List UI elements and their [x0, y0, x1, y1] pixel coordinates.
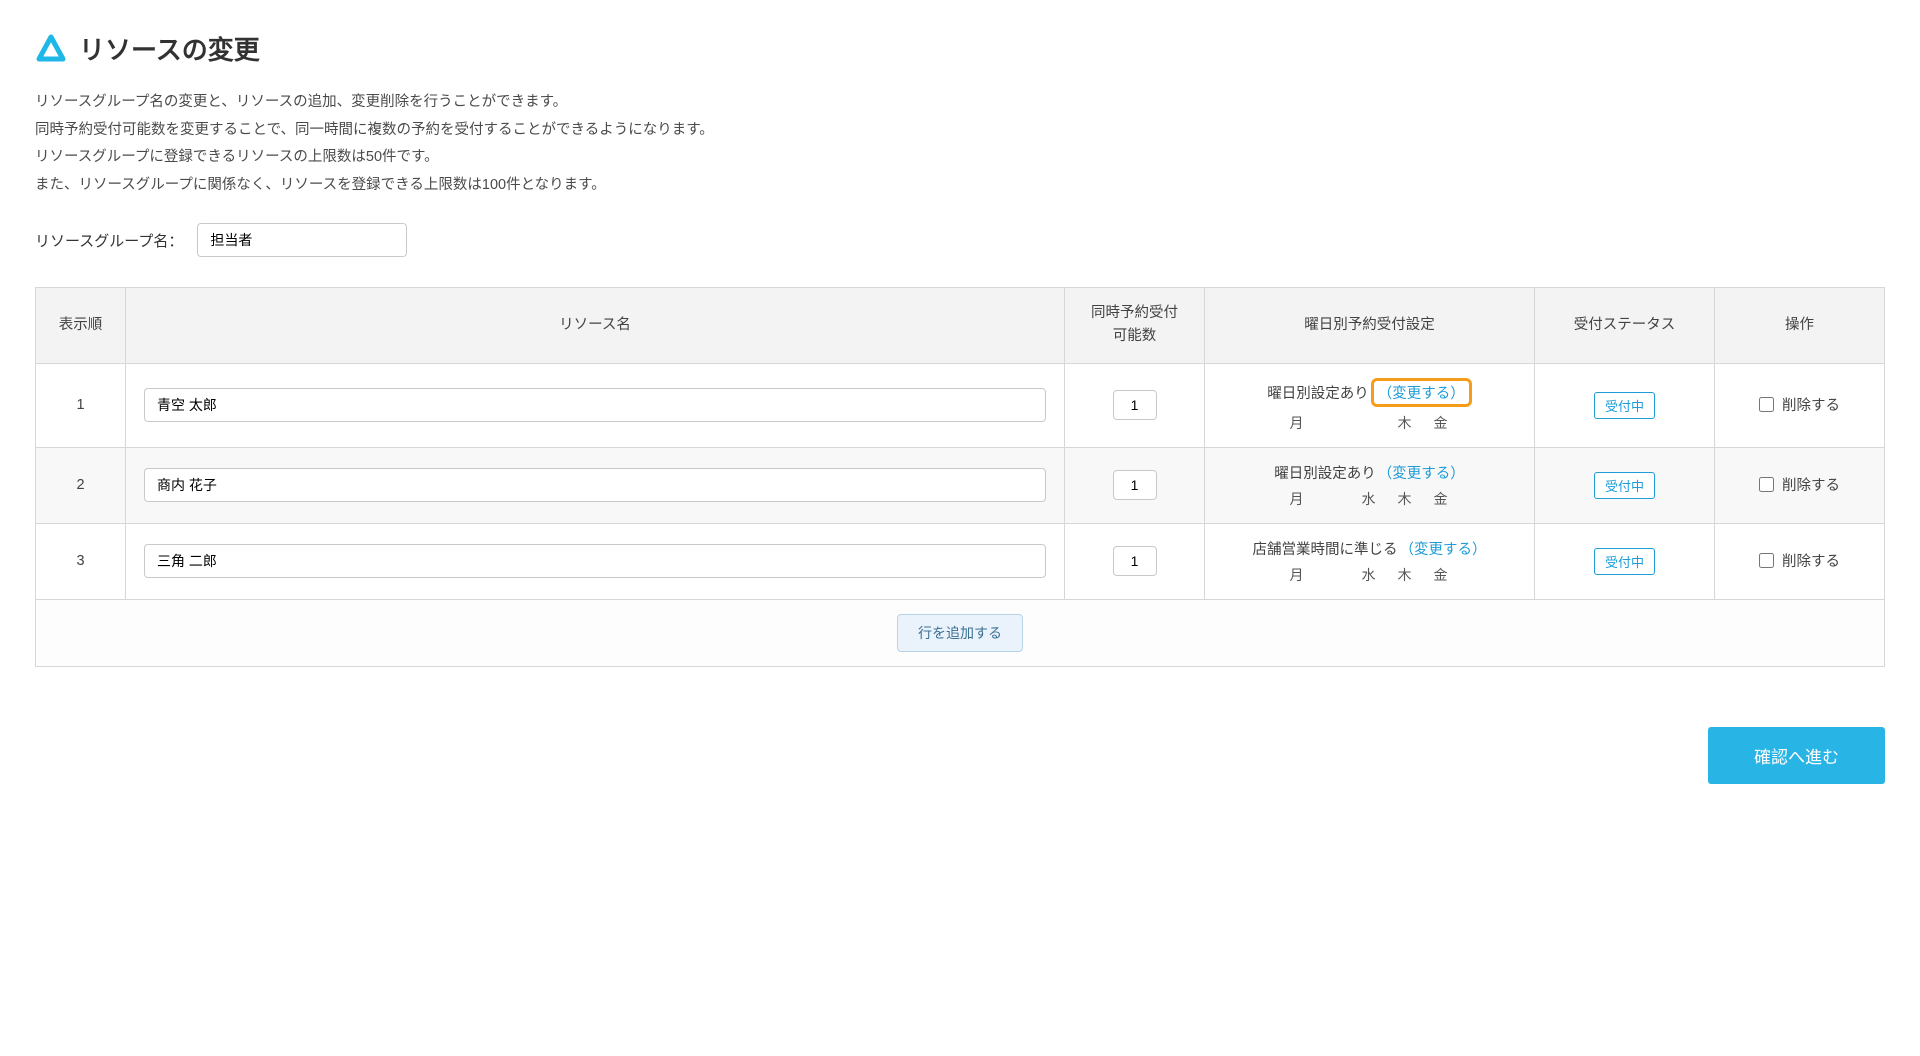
page-title: リソースの変更 [79, 30, 260, 67]
col-header-count-line1: 同時予約受付 [1091, 305, 1178, 321]
concurrent-count-input[interactable] [1113, 546, 1157, 576]
paren-close: ） [1450, 466, 1465, 482]
change-day-settings-link[interactable]: 変更する [1414, 542, 1472, 558]
day-setting-title: 店舗営業時間に準じる [1253, 538, 1398, 559]
page-description: リソースグループ名の変更と、リソースの追加、変更削除を行うことができます。 同時… [35, 89, 1885, 199]
day-slot: 月 [1290, 489, 1306, 509]
add-row-button[interactable]: 行を追加する [897, 614, 1023, 652]
cell-day-setting: 曜日別設定あり（変更する）月月水木金 [1205, 447, 1535, 523]
day-slot: 木 [1398, 413, 1414, 433]
day-slot: 水 [1362, 565, 1378, 585]
day-list: 月月水木金 [1290, 489, 1450, 509]
brand-triangle-icon [35, 33, 67, 65]
delete-checkbox[interactable] [1759, 553, 1774, 568]
cell-ops: 削除する [1715, 523, 1885, 599]
cell-name [126, 523, 1065, 599]
delete-row-control[interactable]: 削除する [1759, 474, 1840, 495]
cell-day-setting: 曜日別設定あり（変更する）月月月木金 [1205, 363, 1535, 447]
delete-label: 削除する [1782, 474, 1840, 495]
cell-status: 受付中 [1535, 363, 1715, 447]
delete-row-control[interactable]: 削除する [1759, 394, 1840, 415]
delete-checkbox[interactable] [1759, 397, 1774, 412]
cell-status: 受付中 [1535, 523, 1715, 599]
col-header-ops: 操作 [1715, 288, 1885, 363]
day-slot: 月 [1290, 413, 1306, 433]
cell-ops: 削除する [1715, 363, 1885, 447]
day-setting-title: 曜日別設定あり [1274, 462, 1376, 483]
cell-name [126, 447, 1065, 523]
concurrent-count-input[interactable] [1113, 390, 1157, 420]
resource-name-input[interactable] [144, 388, 1046, 422]
day-slot: 金 [1434, 489, 1450, 509]
cell-status: 受付中 [1535, 447, 1715, 523]
group-name-label: リソースグループ名： [35, 230, 183, 251]
col-header-status: 受付ステータス [1535, 288, 1715, 363]
change-day-settings-link[interactable]: 変更する [1392, 382, 1450, 403]
day-setting-title: 曜日別設定あり [1267, 382, 1369, 403]
cell-order: 3 [36, 523, 126, 599]
description-line: リソースグループに登録できるリソースの上限数は50件です。 [35, 144, 1885, 172]
description-line: リソースグループ名の変更と、リソースの追加、変更削除を行うことができます。 [35, 89, 1885, 117]
col-header-count-line2: 可能数 [1113, 328, 1157, 344]
table-footer: 行を追加する [35, 600, 1885, 667]
status-badge[interactable]: 受付中 [1594, 472, 1655, 499]
cell-count [1065, 447, 1205, 523]
paren-close: ） [1472, 542, 1487, 558]
group-name-input[interactable] [197, 223, 407, 257]
delete-row-control[interactable]: 削除する [1759, 550, 1840, 571]
resource-name-input[interactable] [144, 544, 1046, 578]
cell-day-setting: 店舗営業時間に準じる（変更する）月月水木金 [1205, 523, 1535, 599]
description-line: 同時予約受付可能数を変更することで、同一時間に複数の予約を受付することができるよ… [35, 117, 1885, 145]
paren-close: ） [1450, 382, 1465, 403]
day-list: 月月月木金 [1290, 413, 1450, 433]
delete-checkbox[interactable] [1759, 477, 1774, 492]
delete-label: 削除する [1782, 550, 1840, 571]
day-slot: 月 [1290, 565, 1306, 585]
col-header-name: リソース名 [126, 288, 1065, 363]
col-header-day: 曜日別予約受付設定 [1205, 288, 1535, 363]
table-row: 2曜日別設定あり（変更する）月月水木金受付中削除する [36, 447, 1885, 523]
day-list: 月月水木金 [1290, 565, 1450, 585]
cell-order: 2 [36, 447, 126, 523]
paren-open: （ [1378, 466, 1393, 482]
cell-count [1065, 523, 1205, 599]
paren-open: （ [1400, 542, 1415, 558]
cell-name [126, 363, 1065, 447]
day-slot: 水 [1362, 489, 1378, 509]
day-slot: 木 [1398, 489, 1414, 509]
delete-label: 削除する [1782, 394, 1840, 415]
status-badge[interactable]: 受付中 [1594, 548, 1655, 575]
col-header-order: 表示順 [36, 288, 126, 363]
day-slot: 木 [1398, 565, 1414, 585]
concurrent-count-input[interactable] [1113, 470, 1157, 500]
proceed-button[interactable]: 確認へ進む [1708, 727, 1885, 784]
col-header-count: 同時予約受付 可能数 [1065, 288, 1205, 363]
cell-count [1065, 363, 1205, 447]
paren-open: （ [1378, 382, 1393, 403]
day-slot: 金 [1434, 565, 1450, 585]
resource-table: 表示順 リソース名 同時予約受付 可能数 曜日別予約受付設定 受付ステータス 操… [35, 287, 1885, 599]
description-line: また、リソースグループに関係なく、リソースを登録できる上限数は100件となります… [35, 172, 1885, 200]
table-row: 3店舗営業時間に準じる（変更する）月月水木金受付中削除する [36, 523, 1885, 599]
status-badge[interactable]: 受付中 [1594, 392, 1655, 419]
cell-order: 1 [36, 363, 126, 447]
day-slot: 金 [1434, 413, 1450, 433]
resource-name-input[interactable] [144, 468, 1046, 502]
table-row: 1曜日別設定あり（変更する）月月月木金受付中削除する [36, 363, 1885, 447]
cell-ops: 削除する [1715, 447, 1885, 523]
change-day-settings-link[interactable]: 変更する [1392, 466, 1450, 482]
